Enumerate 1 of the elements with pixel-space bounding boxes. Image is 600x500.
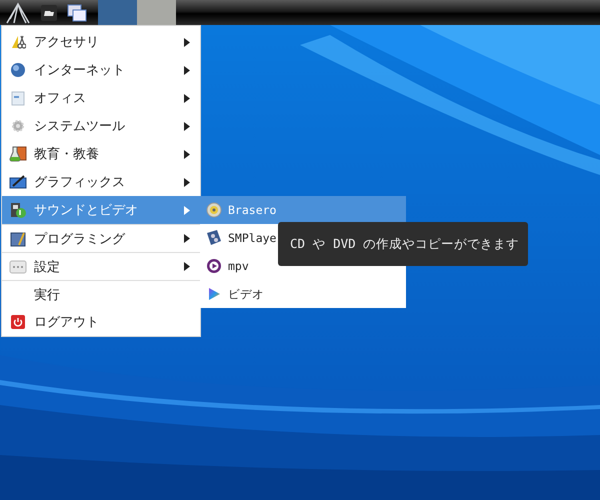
tooltip: CD や DVD の作成やコピーができます [278,222,528,266]
